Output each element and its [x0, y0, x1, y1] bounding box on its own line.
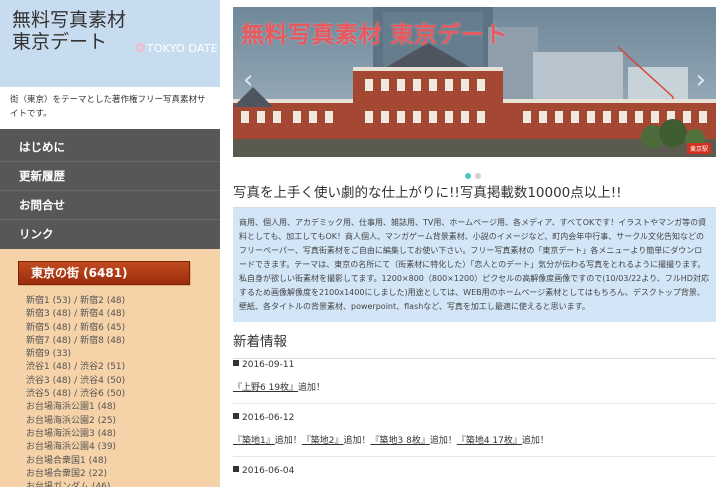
- news-entry-3: 2016-06-04: [233, 466, 716, 482]
- news-date: 2016-06-04: [233, 466, 716, 482]
- category-row: お台場合衆国2 (22): [26, 468, 220, 481]
- category-row: 新宿9 (33): [26, 348, 220, 361]
- category-link[interactable]: お台場海浜公園1 (48): [26, 402, 116, 412]
- category-row: 渋谷3 (48) / 渋谷4 (50): [26, 375, 220, 388]
- news-link[interactable]: 『上野6 19枚』: [233, 383, 298, 393]
- main-nav: はじめに 更新履歴 お問合せ リンク: [0, 129, 220, 249]
- slider-dot-2[interactable]: [475, 173, 481, 179]
- square-bullet-icon: [233, 466, 239, 472]
- category-list: 新宿1 (53) / 新宿2 (48) 新宿3 (48) / 新宿4 (48) 新宿5 (4…: [0, 285, 220, 487]
- category-separator: /: [74, 296, 78, 306]
- news-link[interactable]: 『築地3 8枚』: [371, 436, 430, 446]
- category-box: 東京の街 (6481) 新宿1 (53) / 新宿2 (48) 新宿3 (48) / 新宿…: [0, 249, 220, 487]
- news-suffix: 追加！: [521, 436, 549, 446]
- category-link[interactable]: お台場海浜公園2 (25): [26, 416, 116, 426]
- cherry-blossom-icon: ✿: [134, 41, 146, 56]
- news-heading: 新着情報: [233, 330, 716, 359]
- category-link[interactable]: 新宿7 (48): [26, 336, 71, 346]
- category-link[interactable]: 渋谷6 (50): [80, 389, 125, 399]
- news-suffix: 追加！: [343, 436, 371, 446]
- category-row: お台場海浜公園4 (39): [26, 441, 220, 454]
- news-link[interactable]: 『築地1』: [233, 436, 275, 446]
- category-row: 渋谷5 (48) / 渋谷6 (50): [26, 388, 220, 401]
- nav-item-contact[interactable]: お問合せ: [0, 191, 220, 220]
- category-link[interactable]: お台場海浜公園4 (39): [26, 442, 116, 452]
- category-link[interactable]: 渋谷3 (48): [26, 376, 71, 386]
- nav-item-intro[interactable]: はじめに: [0, 133, 220, 162]
- category-separator: /: [74, 335, 78, 346]
- category-separator: /: [74, 362, 78, 373]
- category-separator: /: [74, 375, 78, 386]
- sidebar: 無料写真素材 東京デート ✿TOKYO DATE 街（東京）をテーマとした著作権…: [0, 0, 220, 487]
- category-link[interactable]: 新宿4 (48): [80, 309, 125, 319]
- news-suffix: 追加！: [274, 436, 302, 446]
- category-row: 渋谷1 (48) / 渋谷2 (51): [26, 361, 220, 374]
- category-row: お台場合衆国1 (48): [26, 455, 220, 468]
- square-bullet-icon: [233, 413, 239, 419]
- category-row: 新宿3 (48) / 新宿4 (48): [26, 308, 220, 321]
- news-body: 『上野6 19枚』追加！: [233, 376, 716, 393]
- category-link[interactable]: 渋谷1 (48): [26, 362, 71, 372]
- news-link[interactable]: 『築地4 17枚』: [457, 436, 522, 446]
- nav-item-links[interactable]: リンク: [0, 220, 220, 249]
- main-content: 無料写真素材 東京デート ‹ › 東京駅 写真を上手く使い劇的な仕上がりに!!写…: [233, 0, 728, 487]
- slider-prev-button[interactable]: ‹: [243, 65, 253, 95]
- category-separator: /: [74, 389, 78, 400]
- news-body: 『築地1』追加！『築地2』追加！『築地3 8枚』追加！『築地4 17枚』追加！: [233, 429, 716, 446]
- site-title-line1[interactable]: 無料写真素材: [12, 9, 220, 31]
- category-link[interactable]: 渋谷2 (51): [80, 362, 125, 372]
- intro-text: 商用、個人用、アカデミック用、仕事用、雑誌用、TV用、ホームページ用、各メディア…: [233, 208, 716, 322]
- site-header[interactable]: 無料写真素材 東京デート ✿TOKYO DATE: [0, 0, 220, 87]
- category-link[interactable]: お台場合衆国2 (22): [26, 469, 107, 479]
- category-link[interactable]: 渋谷4 (50): [80, 376, 125, 386]
- hero-title: 無料写真素材 東京デート: [241, 22, 509, 48]
- category-link[interactable]: 渋谷5 (48): [26, 389, 71, 399]
- category-row: 新宿1 (53) / 新宿2 (48): [26, 295, 220, 308]
- category-row: お台場海浜公園1 (48): [26, 401, 220, 414]
- photo-location-badge: 東京駅: [686, 143, 711, 154]
- category-row: 新宿5 (48) / 新宿6 (45): [26, 322, 220, 335]
- square-bullet-icon: [233, 360, 239, 366]
- main-headline: 写真を上手く使い劇的な仕上がりに!!写真掲載数10000点以上!!: [233, 181, 716, 208]
- category-row: お台場海浜公園2 (25): [26, 415, 220, 428]
- category-link[interactable]: 新宿3 (48): [26, 309, 71, 319]
- news-date: 2016-09-11: [233, 360, 716, 376]
- news-entry-1: 2016-09-11 『上野6 19枚』追加！: [233, 360, 716, 393]
- category-header: 東京の街 (6481): [18, 261, 190, 285]
- news-link[interactable]: 『築地2』: [302, 436, 344, 446]
- news-entry-2: 2016-06-12 『築地1』追加！『築地2』追加！『築地3 8枚』追加！『築…: [233, 413, 716, 446]
- category-link[interactable]: お台場合衆国1 (48): [26, 456, 107, 466]
- slider-next-button[interactable]: ›: [696, 65, 706, 95]
- news-divider: [233, 403, 716, 404]
- category-row: お台場海浜公園3 (48): [26, 428, 220, 441]
- category-row: 新宿7 (48) / 新宿8 (48): [26, 335, 220, 348]
- nav-item-history[interactable]: 更新履歴: [0, 162, 220, 191]
- category-row: お台場ガンダム (46): [26, 481, 220, 487]
- news-suffix: 追加！: [298, 383, 326, 393]
- category-link[interactable]: お台場海浜公園3 (48): [26, 429, 116, 439]
- site-description: 街（東京）をテーマとした著作権フリー写真素材サイトです。: [0, 87, 220, 129]
- news-date: 2016-06-12: [233, 413, 716, 429]
- category-separator: /: [74, 322, 78, 333]
- site-tagline: ✿TOKYO DATE: [135, 41, 218, 56]
- site-tagline-text: TOKYO DATE: [146, 42, 218, 55]
- category-link[interactable]: 新宿6 (45): [80, 323, 125, 333]
- category-link[interactable]: 新宿8 (48): [80, 336, 125, 346]
- news-divider: [233, 456, 716, 457]
- category-link[interactable]: 新宿1 (53): [26, 296, 71, 306]
- hero-slider[interactable]: 無料写真素材 東京デート ‹ › 東京駅: [233, 7, 716, 157]
- category-link[interactable]: 新宿5 (48): [26, 323, 71, 333]
- news-suffix: 追加！: [429, 436, 457, 446]
- category-separator: /: [74, 309, 78, 320]
- category-link[interactable]: 新宿2 (48): [80, 296, 125, 306]
- category-link[interactable]: お台場ガンダム (46): [26, 482, 110, 487]
- slider-dot-1[interactable]: [465, 173, 471, 179]
- category-link[interactable]: 新宿9 (33): [26, 349, 71, 359]
